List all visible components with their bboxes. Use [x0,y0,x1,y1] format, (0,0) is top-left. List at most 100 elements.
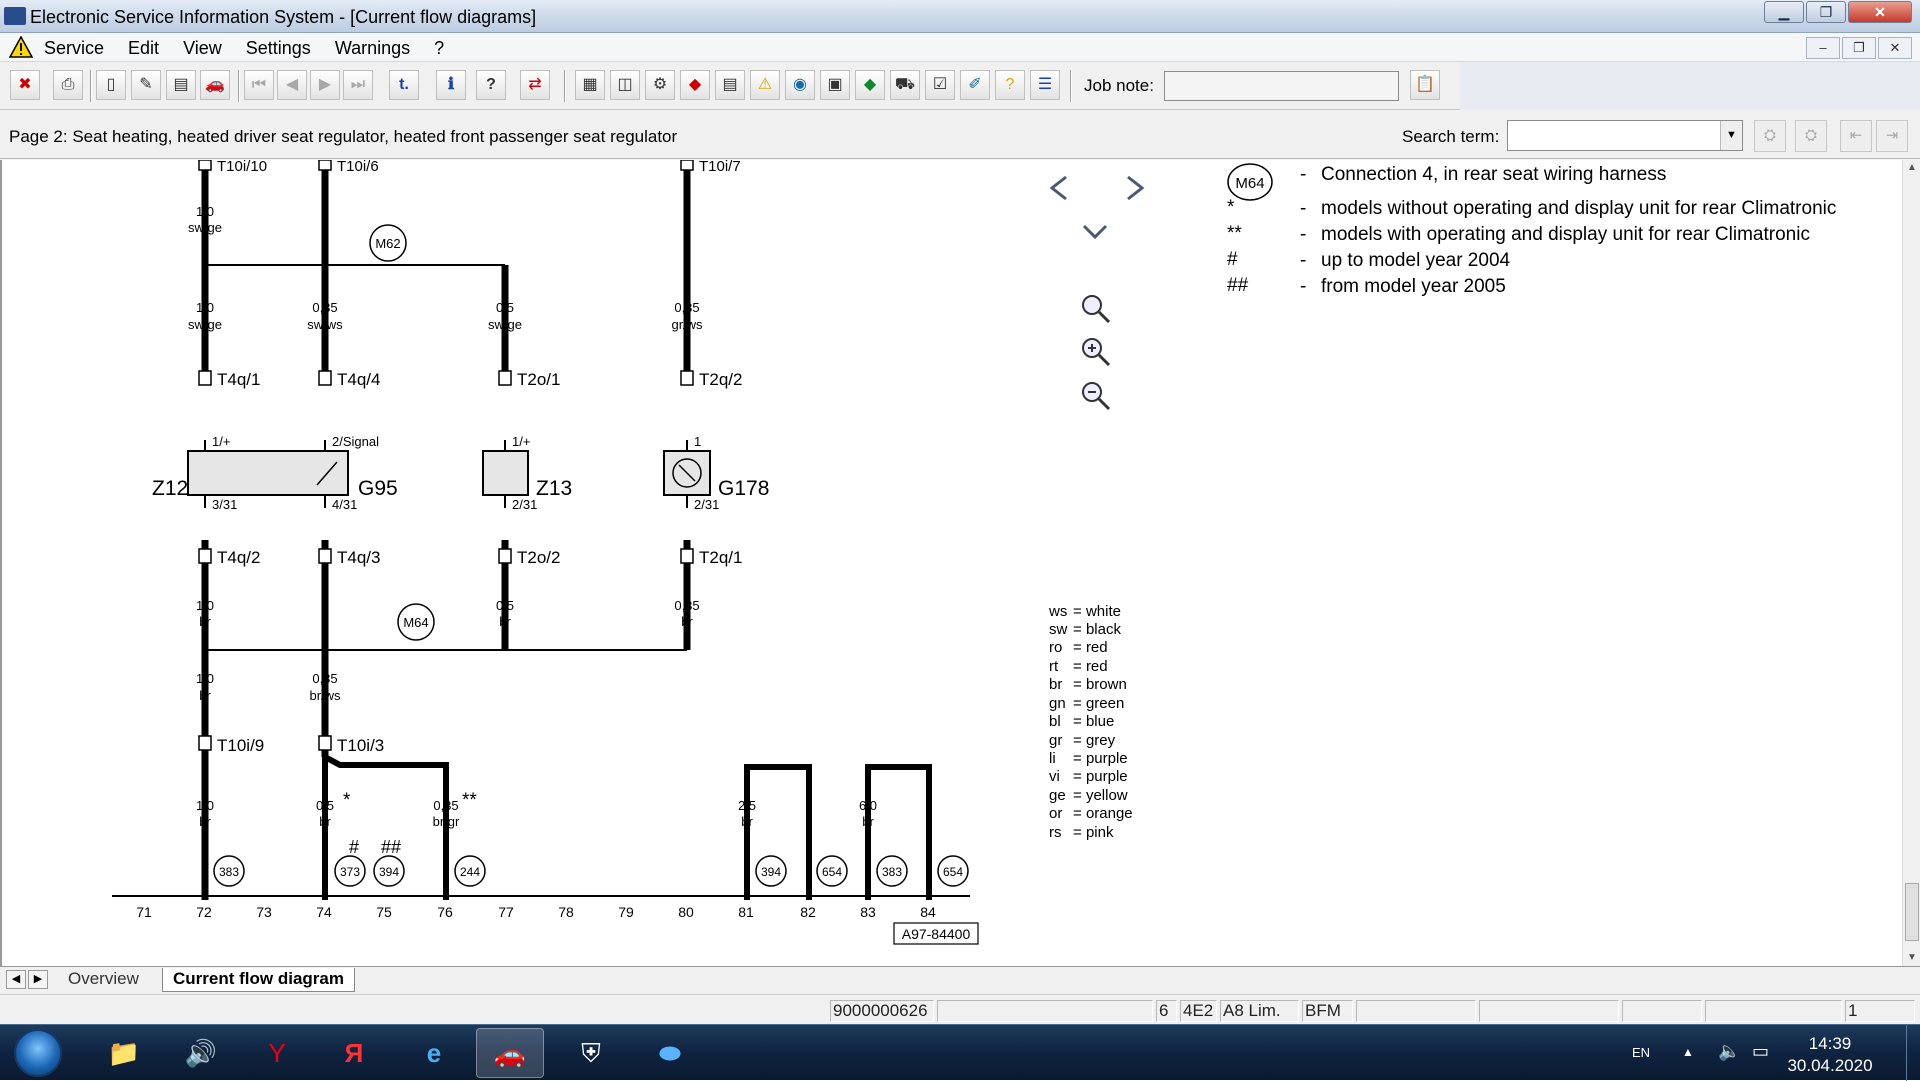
clock[interactable]: 14:39 30.04.2020 [1780,1033,1880,1077]
color-code: br [1049,676,1062,693]
legend-text: up to model year 2004 [1321,250,1511,271]
search-term-dropdown[interactable]: ▼ [1507,120,1743,151]
wire-color: br [681,614,693,629]
previous-page-icon[interactable]: ◀ [277,70,307,100]
connection-m64-label: M64 [403,615,428,630]
menu-settings[interactable]: Settings [246,38,311,59]
show-desktop-button[interactable] [1906,1025,1920,1081]
close-button[interactable]: ✕ [1848,1,1912,23]
tab-current-flow-diagram[interactable]: Current flow diagram [162,968,355,992]
warning-toolbar-icon[interactable]: ⚠ [750,70,780,100]
diagnosis-icon[interactable]: ◫ [610,70,640,100]
scroll-down-icon[interactable]: ▼ [1903,950,1920,966]
app-icon-blue[interactable]: ⬬ [636,1028,704,1078]
color-code: vi [1049,768,1060,785]
media-player-icon[interactable]: 🔊 [167,1028,235,1078]
tab-prev-icon[interactable]: ◀ [6,970,26,989]
help-icon[interactable]: ? [476,70,506,100]
exit-icon[interactable]: ✖ [10,70,40,100]
track-number: 72 [196,904,212,920]
menu-lines-icon[interactable]: ☰ [1030,70,1060,100]
info-icon[interactable]: ℹ [436,70,466,100]
yandex-icon[interactable]: Я [320,1028,388,1078]
collapse-left-icon[interactable]: ⇤ [1840,120,1872,152]
start-button[interactable] [14,1029,62,1077]
truck-icon[interactable]: ⛟ [890,70,920,100]
new-document-icon[interactable]: ▯ [96,70,126,100]
menu-service[interactable]: Service [44,38,104,59]
taskbar: 📁 🔊 Y Я e 🚗 ⛨ ⬬ EN ▲ 🔈 ▭ 14:39 30.04.202… [0,1024,1920,1081]
nav-down-icon[interactable] [1082,224,1108,240]
edit-document-icon[interactable]: ✎ [131,70,161,100]
search-binoculars-icon[interactable]: ⛭ [1754,120,1786,152]
back-icon[interactable]: t. [389,70,419,100]
diagram-view[interactable]: T10i/10 T10i/6 T10i/7 1,0 sw/ge 1,0 sw/g… [0,160,1902,966]
color-code: ws [1048,603,1067,620]
save-icon[interactable]: ▣ [820,70,850,100]
track-number: 79 [618,904,634,920]
job-note-input[interactable] [1164,71,1399,101]
mdi-restore-button[interactable]: ❐ [1842,37,1876,59]
color-code: ge [1049,787,1066,804]
swap-icon[interactable]: ⇄ [520,70,550,100]
last-page-icon[interactable]: ⏭ [343,70,373,100]
track-number: 83 [860,904,876,920]
internet-explorer-icon[interactable]: e [400,1028,468,1078]
minimize-button[interactable]: ▁ [1764,1,1804,23]
language-indicator[interactable]: EN [1632,1045,1650,1060]
book-icon[interactable]: ◆ [680,70,710,100]
zoom-out-icon[interactable] [1082,382,1111,411]
vertical-scrollbar[interactable]: ▲ ▼ [1902,160,1920,966]
explorer-icon[interactable]: 📁 [90,1028,158,1078]
tab-overview[interactable]: Overview [58,968,149,992]
vehicle-icon[interactable]: 🚗 [200,70,230,100]
checklist-icon[interactable]: ☑ [925,70,955,100]
maximize-button[interactable]: ❐ [1806,1,1846,23]
track-number: 81 [738,904,754,920]
clock-date: 30.04.2020 [1787,1056,1873,1075]
toolbar-filler [1460,62,1920,110]
mdi-minimize-button[interactable]: – [1806,37,1840,59]
nav-left-icon[interactable] [1049,175,1067,201]
elsa-app-icon[interactable]: 🚗 [476,1028,544,1078]
search-next-icon[interactable]: ⛭ [1795,120,1827,152]
scroll-up-icon[interactable]: ▲ [1903,160,1920,176]
title-bar: Electronic Service Information System - … [0,0,1920,33]
yandex-browser-icon[interactable]: Y [243,1028,311,1078]
color-code: sw [1049,621,1068,638]
collapse-right-icon[interactable]: ⇥ [1876,120,1908,152]
menu-help[interactable]: ? [434,38,444,59]
add-document-icon[interactable]: ▤ [166,70,196,100]
network-icon[interactable]: ▭ [1752,1041,1769,1062]
menu-view[interactable]: View [183,38,222,59]
world-of-tanks-icon[interactable]: ⛨ [557,1028,625,1078]
document-list-icon[interactable]: ▦ [575,70,605,100]
scroll-thumb[interactable] [1905,883,1919,941]
chevron-down-icon[interactable]: ▼ [1720,121,1742,150]
next-page-icon[interactable]: ▶ [310,70,340,100]
component-icon[interactable]: ⚙ [645,70,675,100]
legend-key: * [1227,197,1235,218]
hint-icon[interactable]: ? [995,70,1025,100]
menu-edit[interactable]: Edit [128,38,159,59]
green-book-icon[interactable]: ◆ [855,70,885,100]
page-icon[interactable]: ▤ [715,70,745,100]
clipboard-icon[interactable]: 📋 [1410,70,1440,100]
zoom-fit-icon[interactable] [1082,295,1111,324]
connector-label: T4q/3 [337,548,380,567]
tray-expand-icon[interactable]: ▲ [1682,1045,1694,1059]
menu-warnings[interactable]: Warnings [335,38,410,59]
legend-dash: - [1300,164,1306,185]
first-page-icon[interactable]: ⏮ [244,70,274,100]
tab-next-icon[interactable]: ▶ [28,970,48,989]
tools-icon[interactable]: ✐ [960,70,990,100]
zoom-in-icon[interactable] [1082,338,1111,367]
print-icon[interactable]: ⎙ [53,70,83,100]
track-number: 82 [800,904,816,920]
volume-icon[interactable]: 🔈 [1718,1041,1740,1062]
track-number: 78 [558,904,574,920]
connection-m62-label: M62 [375,236,400,251]
mdi-close-button[interactable]: ✕ [1878,37,1912,59]
globe-icon[interactable]: ◉ [785,70,815,100]
nav-right-icon[interactable] [1127,175,1145,201]
